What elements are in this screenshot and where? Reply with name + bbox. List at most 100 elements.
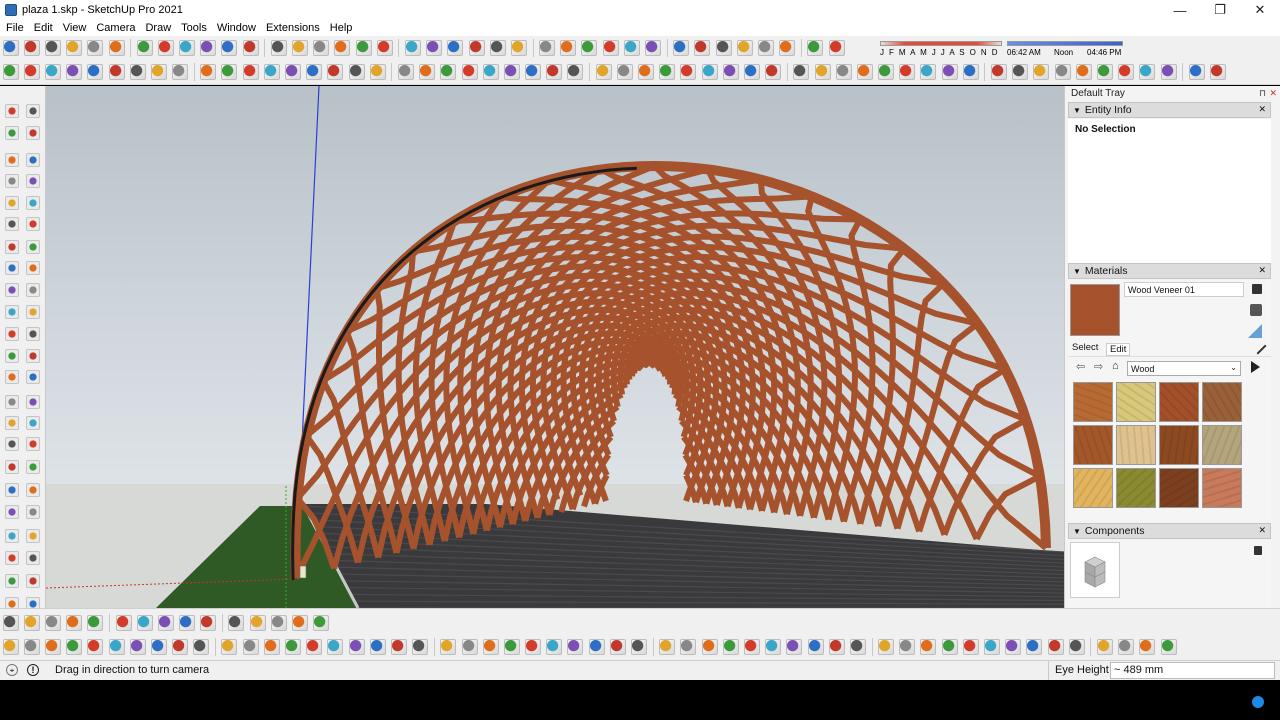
toolbar-tool-icon[interactable] bbox=[66, 64, 83, 80]
left-tool-icon[interactable] bbox=[26, 349, 40, 363]
toolbar-tool-icon[interactable] bbox=[743, 639, 760, 655]
toolbar-tool-icon[interactable] bbox=[397, 64, 414, 80]
details-arrow-icon[interactable] bbox=[1251, 361, 1260, 373]
toolbar-tool-icon[interactable] bbox=[157, 615, 174, 631]
close-button[interactable]: ✕ bbox=[1240, 0, 1280, 20]
toolbar-tool-icon[interactable] bbox=[1118, 639, 1135, 655]
toolbar-tool-icon[interactable] bbox=[157, 40, 174, 56]
toolbar-tool-icon[interactable] bbox=[779, 40, 796, 56]
toolbar-tool-icon[interactable] bbox=[659, 639, 676, 655]
left-tool-icon[interactable] bbox=[26, 240, 40, 254]
material-swatch[interactable] bbox=[1073, 382, 1113, 422]
left-tool-icon[interactable] bbox=[5, 104, 19, 118]
toolbar-tool-icon[interactable] bbox=[44, 615, 61, 631]
left-tool-icon[interactable] bbox=[5, 126, 19, 140]
toolbar-tool-icon[interactable] bbox=[567, 639, 584, 655]
collapse-triangle-icon[interactable]: ▼ bbox=[1073, 527, 1081, 536]
toolbar-tool-icon[interactable] bbox=[701, 639, 718, 655]
toolbar-tool-icon[interactable] bbox=[292, 615, 309, 631]
toolbar-tool-icon[interactable] bbox=[715, 40, 732, 56]
toolbar-tool-icon[interactable] bbox=[87, 639, 104, 655]
toolbar-tool-icon[interactable] bbox=[376, 40, 393, 56]
toolbar-tool-icon[interactable] bbox=[757, 40, 774, 56]
toolbar-tool-icon[interactable] bbox=[66, 615, 83, 631]
toolbar-tool-icon[interactable] bbox=[1160, 639, 1177, 655]
menu-file[interactable]: File bbox=[1, 22, 29, 34]
toolbar-tool-icon[interactable] bbox=[920, 639, 937, 655]
toolbar-tool-icon[interactable] bbox=[814, 64, 831, 80]
menu-help[interactable]: Help bbox=[325, 22, 358, 34]
toolbar-tool-icon[interactable] bbox=[1118, 64, 1135, 80]
toolbar-tool-icon[interactable] bbox=[560, 40, 577, 56]
left-tool-icon[interactable] bbox=[5, 305, 19, 319]
toolbar-tool-icon[interactable] bbox=[503, 639, 520, 655]
toolbar-tool-icon[interactable] bbox=[899, 64, 916, 80]
left-tool-icon[interactable] bbox=[5, 196, 19, 210]
material-swatch[interactable] bbox=[1202, 468, 1242, 508]
home-icon[interactable]: ⌂ bbox=[1112, 360, 1119, 372]
toolbar-tool-icon[interactable] bbox=[327, 639, 344, 655]
material-swatch[interactable] bbox=[1202, 425, 1242, 465]
left-tool-icon[interactable] bbox=[5, 240, 19, 254]
menu-window[interactable]: Window bbox=[212, 22, 261, 34]
toolbar-tool-icon[interactable] bbox=[807, 639, 824, 655]
toolbar-tool-icon[interactable] bbox=[1012, 64, 1029, 80]
toolbar-tool-icon[interactable] bbox=[1096, 64, 1113, 80]
left-tool-icon[interactable] bbox=[5, 217, 19, 231]
toolbar-tool-icon[interactable] bbox=[1075, 64, 1092, 80]
left-tool-icon[interactable] bbox=[5, 574, 19, 588]
toolbar-tool-icon[interactable] bbox=[263, 639, 280, 655]
toolbar-tool-icon[interactable] bbox=[673, 40, 690, 56]
sample-paint-icon[interactable] bbox=[1248, 324, 1262, 338]
entity-info-close-icon[interactable]: ✕ bbox=[1258, 104, 1266, 115]
measurements-input[interactable]: ~ 489 mm bbox=[1110, 662, 1275, 679]
toolbar-tool-icon[interactable] bbox=[743, 64, 760, 80]
left-tool-icon[interactable] bbox=[5, 416, 19, 430]
shadow-time-slider[interactable]: 06:42 AM Noon 04:46 PM bbox=[1007, 38, 1125, 60]
toolbar-tool-icon[interactable] bbox=[44, 639, 61, 655]
toolbar-tool-icon[interactable] bbox=[461, 64, 478, 80]
toolbar-tool-icon[interactable] bbox=[221, 64, 238, 80]
toolbar-tool-icon[interactable] bbox=[285, 64, 302, 80]
materials-close-icon[interactable]: ✕ bbox=[1258, 265, 1266, 276]
model-viewport[interactable] bbox=[46, 86, 1064, 608]
toolbar-tool-icon[interactable] bbox=[108, 64, 125, 80]
back-arrow-icon[interactable]: ⇦ bbox=[1076, 360, 1085, 373]
left-tool-icon[interactable] bbox=[26, 196, 40, 210]
toolbar-tool-icon[interactable] bbox=[334, 40, 351, 56]
info-icon[interactable]: ! bbox=[27, 664, 39, 676]
toolbar-tool-icon[interactable] bbox=[616, 64, 633, 80]
toolbar-tool-icon[interactable] bbox=[66, 639, 83, 655]
toolbar-tool-icon[interactable] bbox=[941, 64, 958, 80]
left-tool-icon[interactable] bbox=[26, 483, 40, 497]
left-tool-icon[interactable] bbox=[26, 505, 40, 519]
tray-pin-icon[interactable]: ⊓ bbox=[1259, 88, 1266, 99]
toolbar-tool-icon[interactable] bbox=[270, 615, 287, 631]
toolbar-tool-icon[interactable] bbox=[878, 64, 895, 80]
toolbar-tool-icon[interactable] bbox=[1139, 639, 1156, 655]
toolbar-tool-icon[interactable] bbox=[638, 64, 655, 80]
toolbar-tool-icon[interactable] bbox=[87, 615, 104, 631]
toolbar-tool-icon[interactable] bbox=[786, 639, 803, 655]
tray-close-icon[interactable]: ✕ bbox=[1269, 88, 1277, 99]
eyedropper-icon[interactable] bbox=[1249, 337, 1267, 355]
toolbar-tool-icon[interactable] bbox=[2, 40, 19, 56]
maximize-button[interactable]: ❐ bbox=[1200, 0, 1240, 20]
left-tool-icon[interactable] bbox=[26, 153, 40, 167]
shadow-date-bar[interactable] bbox=[880, 41, 1002, 46]
toolbar-tool-icon[interactable] bbox=[503, 64, 520, 80]
toolbar-tool-icon[interactable] bbox=[66, 40, 83, 56]
toolbar-tool-icon[interactable] bbox=[348, 64, 365, 80]
left-tool-icon[interactable] bbox=[26, 529, 40, 543]
toolbar-tool-icon[interactable] bbox=[87, 64, 104, 80]
toolbar-tool-icon[interactable] bbox=[221, 40, 238, 56]
forward-arrow-icon[interactable]: ⇨ bbox=[1094, 360, 1103, 373]
toolbar-tool-icon[interactable] bbox=[221, 639, 238, 655]
toolbar-tool-icon[interactable] bbox=[200, 615, 217, 631]
toolbar-tool-icon[interactable] bbox=[115, 615, 132, 631]
left-tool-icon[interactable] bbox=[5, 395, 19, 409]
toolbar-tool-icon[interactable] bbox=[722, 64, 739, 80]
toolbar-tool-icon[interactable] bbox=[694, 40, 711, 56]
minimize-button[interactable]: — bbox=[1160, 0, 1200, 20]
toolbar-tool-icon[interactable] bbox=[701, 64, 718, 80]
